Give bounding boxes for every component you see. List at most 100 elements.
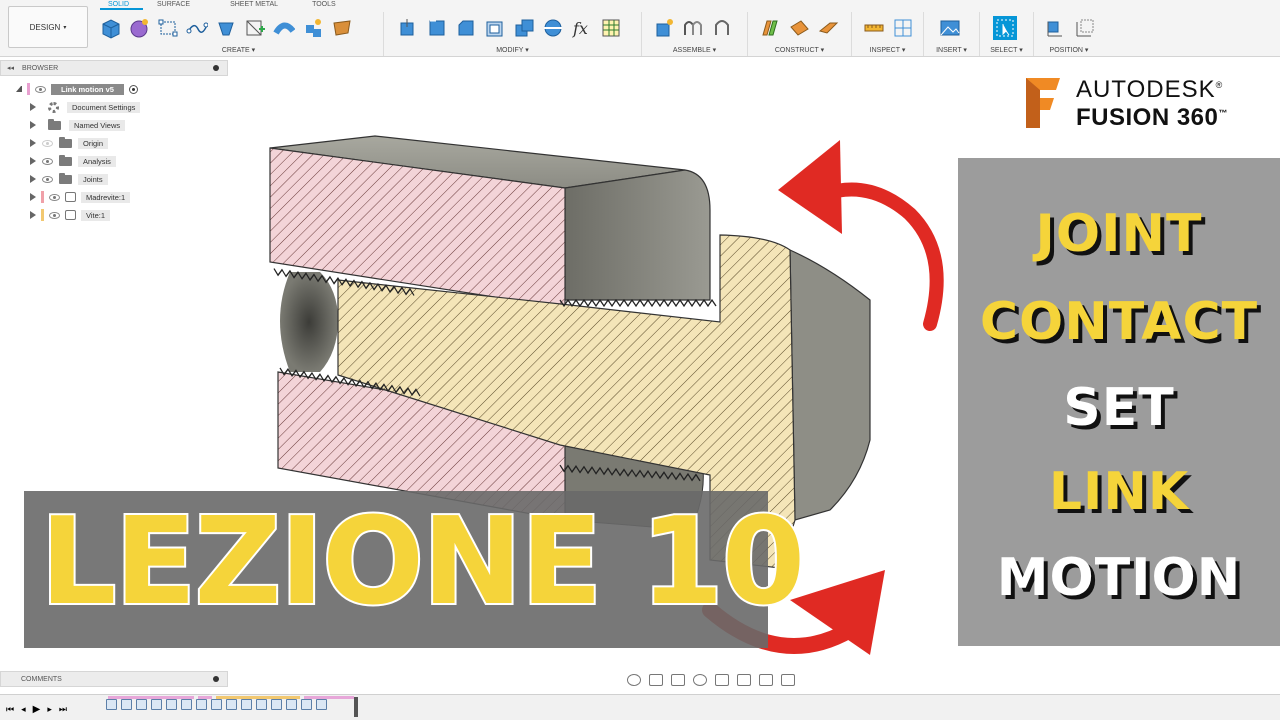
- tab-sheet-metal[interactable]: SHEET METAL: [204, 0, 292, 10]
- fit-icon[interactable]: [715, 674, 729, 686]
- visibility-eye-icon[interactable]: [42, 157, 53, 165]
- midplane-icon[interactable]: [816, 16, 840, 40]
- tree-item-joints[interactable]: Joints: [0, 170, 228, 188]
- expand-arrow-icon[interactable]: [30, 157, 36, 165]
- change-parameters-icon[interactable]: [599, 16, 623, 40]
- spline-icon[interactable]: [185, 16, 209, 40]
- sketch-icon[interactable]: [156, 16, 180, 40]
- timeline-feature-icon[interactable]: [151, 699, 162, 710]
- grid-icon[interactable]: [759, 674, 773, 686]
- new-component-icon[interactable]: [98, 16, 122, 40]
- emboss-icon[interactable]: [330, 16, 354, 40]
- browser-root[interactable]: Link motion v5: [0, 80, 228, 98]
- press-pull-icon[interactable]: [396, 16, 420, 40]
- visibility-eye-icon[interactable]: [42, 139, 53, 147]
- joint-icon[interactable]: [681, 16, 705, 40]
- combine-icon[interactable]: [512, 16, 536, 40]
- orbit-icon[interactable]: [627, 674, 641, 686]
- first-step-icon[interactable]: ⏮: [6, 704, 14, 715]
- timeline-feature-icon[interactable]: [121, 699, 132, 710]
- group-label-select[interactable]: SELECT ▾: [980, 46, 1033, 54]
- tree-item-analysis[interactable]: Analysis: [0, 152, 228, 170]
- tab-solid[interactable]: SOLID: [100, 0, 144, 10]
- insert-derive-icon[interactable]: [301, 16, 325, 40]
- shell-icon[interactable]: [483, 16, 507, 40]
- look-at-icon[interactable]: [649, 674, 663, 686]
- create-sketch-icon[interactable]: [243, 16, 267, 40]
- as-built-joint-icon[interactable]: [710, 16, 734, 40]
- group-label-construct[interactable]: CONSTRUCT ▾: [748, 46, 851, 54]
- select-icon[interactable]: [993, 16, 1017, 40]
- insert-image-icon[interactable]: [938, 16, 962, 40]
- visibility-eye-icon[interactable]: [49, 211, 60, 219]
- zoom-icon[interactable]: [693, 674, 707, 686]
- tab-tools[interactable]: TOOLS: [292, 0, 350, 10]
- expand-arrow-icon[interactable]: [30, 139, 36, 147]
- tree-item-vite[interactable]: Vite:1: [0, 206, 228, 224]
- timeline-feature-icon[interactable]: [196, 699, 207, 710]
- previous-step-icon[interactable]: ◂: [21, 704, 26, 715]
- extrude-icon[interactable]: [214, 16, 238, 40]
- timeline-feature-icon[interactable]: [226, 699, 237, 710]
- tab-surface[interactable]: SURFACE: [143, 0, 204, 10]
- visibility-eye-icon[interactable]: [49, 193, 60, 201]
- group-label-inspect[interactable]: INSPECT ▾: [852, 46, 923, 54]
- tree-item-named-views[interactable]: Named Views: [0, 116, 228, 134]
- next-step-icon[interactable]: ▸: [47, 704, 52, 715]
- expand-arrow-icon[interactable]: [30, 175, 36, 183]
- tree-item-document-settings[interactable]: Document Settings: [0, 98, 228, 116]
- timeline-feature-icon[interactable]: [211, 699, 222, 710]
- group-label-create[interactable]: CREATE ▾: [94, 46, 383, 54]
- timeline-feature-icon[interactable]: [256, 699, 267, 710]
- pan-hand-icon[interactable]: [671, 674, 685, 686]
- section-analysis-icon[interactable]: [891, 16, 915, 40]
- comments-panel: COMMENTS: [0, 671, 228, 687]
- expand-arrow-icon[interactable]: [16, 86, 22, 92]
- timeline-feature-icon[interactable]: [301, 699, 312, 710]
- tree-item-origin[interactable]: Origin: [0, 134, 228, 152]
- visibility-eye-icon[interactable]: [35, 85, 46, 93]
- expand-arrow-icon[interactable]: [30, 103, 36, 111]
- autodesk-fusion-logo: AUTODESK® FUSION 360™: [1022, 74, 1272, 134]
- expand-arrow-icon[interactable]: [30, 193, 36, 201]
- group-label-insert[interactable]: INSERT ▾: [924, 46, 979, 54]
- display-settings-icon[interactable]: [737, 674, 751, 686]
- timeline-feature-icon[interactable]: [136, 699, 147, 710]
- parameters-icon[interactable]: fx: [570, 16, 594, 40]
- timeline-marker[interactable]: [354, 697, 358, 717]
- chamfer-icon[interactable]: [454, 16, 478, 40]
- timeline-feature-icon[interactable]: [271, 699, 282, 710]
- timeline-feature-icon[interactable]: [106, 699, 117, 710]
- panel-pin-icon[interactable]: [213, 676, 219, 682]
- group-label-assemble[interactable]: ASSEMBLE ▾: [642, 46, 747, 54]
- play-icon[interactable]: ▶: [33, 704, 41, 715]
- capture-position-icon[interactable]: [1044, 16, 1068, 40]
- timeline-feature-icon[interactable]: [286, 699, 297, 710]
- split-body-icon[interactable]: [541, 16, 565, 40]
- revert-position-icon[interactable]: [1073, 16, 1097, 40]
- timeline-feature-icon[interactable]: [181, 699, 192, 710]
- panel-pin-icon[interactable]: [213, 65, 219, 71]
- comments-header[interactable]: COMMENTS: [0, 671, 228, 687]
- collapse-icon[interactable]: ◂◂: [7, 64, 14, 72]
- offset-plane-icon[interactable]: [758, 16, 782, 40]
- tree-item-madrevite[interactable]: Madrevite:1: [0, 188, 228, 206]
- expand-arrow-icon[interactable]: [30, 211, 36, 219]
- visibility-eye-icon[interactable]: [42, 175, 53, 183]
- group-label-position[interactable]: POSITION ▾: [1034, 46, 1104, 54]
- activate-radio-icon[interactable]: [128, 84, 138, 94]
- viewports-icon[interactable]: [781, 674, 795, 686]
- new-component-assemble-icon[interactable]: [652, 16, 676, 40]
- timeline-feature-icon[interactable]: [316, 699, 327, 710]
- pipe-icon[interactable]: [272, 16, 296, 40]
- create-form-icon[interactable]: [127, 16, 151, 40]
- fillet-icon[interactable]: [425, 16, 449, 40]
- timeline-feature-icon[interactable]: [241, 699, 252, 710]
- last-step-icon[interactable]: ⏭: [59, 704, 67, 715]
- expand-arrow-icon[interactable]: [30, 121, 36, 129]
- plane-at-angle-icon[interactable]: [787, 16, 811, 40]
- measure-icon[interactable]: [862, 16, 886, 40]
- workspace-switcher[interactable]: DESIGN ▾: [8, 6, 88, 48]
- timeline-feature-icon[interactable]: [166, 699, 177, 710]
- group-label-modify[interactable]: MODIFY ▾: [384, 46, 641, 54]
